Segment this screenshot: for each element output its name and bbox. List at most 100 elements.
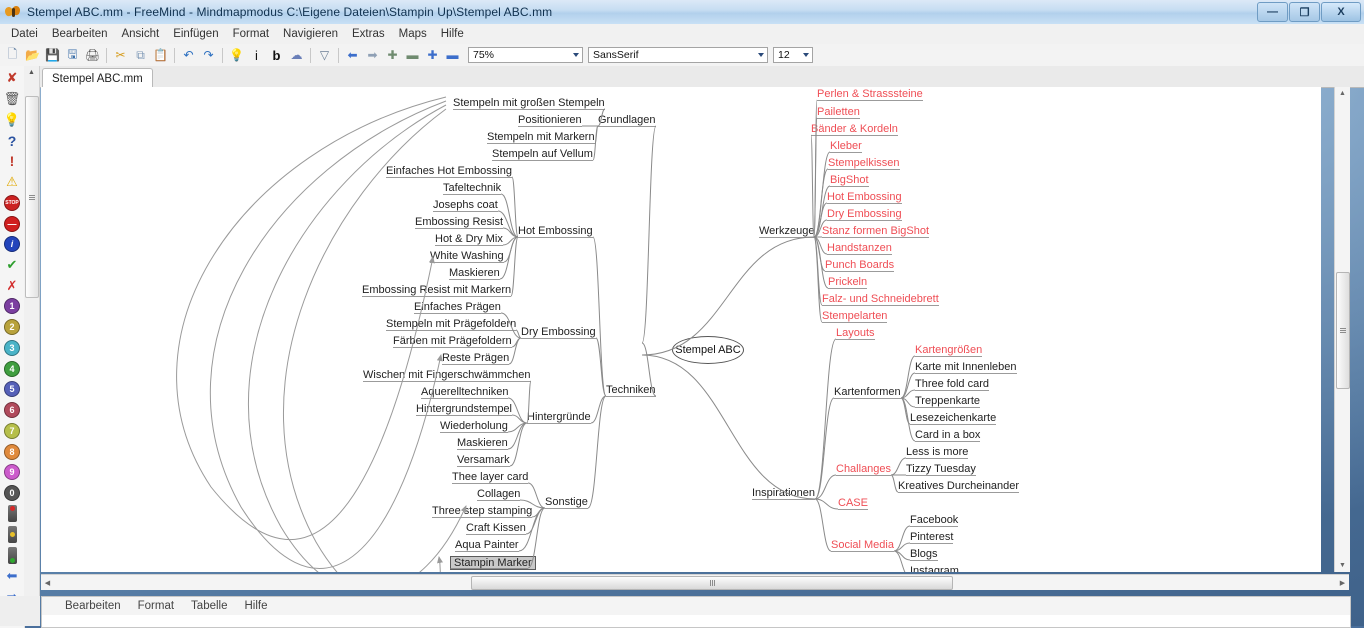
zoom-combo[interactable]: 75% <box>468 47 583 63</box>
number-5-icon[interactable]: 5 <box>3 379 21 400</box>
number-4-icon[interactable]: 4 <box>3 358 21 379</box>
scrollbar-thumb[interactable] <box>25 96 39 298</box>
trash-icon[interactable]: 🗑 <box>3 89 21 110</box>
italic-icon[interactable]: i <box>247 46 266 65</box>
forbidden-icon[interactable]: — <box>3 213 21 234</box>
menu-item-hilfe[interactable]: Hilfe <box>434 26 471 42</box>
add-node-icon[interactable]: ✚ <box>383 46 402 65</box>
remove-node-icon[interactable]: ▬ <box>403 46 422 65</box>
icon-rail-scrollbar[interactable]: ▲ <box>24 66 40 626</box>
scroll-up-icon[interactable]: ▲ <box>1335 87 1350 100</box>
toolbar-separator <box>106 48 107 63</box>
number-3-icon-glyph: 3 <box>4 340 20 356</box>
remove-child-icon[interactable]: ▬ <box>443 46 462 65</box>
cancel-icon[interactable]: ✘ <box>3 68 21 89</box>
menu-item-navigieren[interactable]: Navigieren <box>276 26 345 42</box>
menu-item-extras[interactable]: Extras <box>345 26 392 42</box>
print-icon[interactable]: 🖨 <box>83 46 102 65</box>
idea-bulb-icon[interactable]: 💡 <box>227 46 246 65</box>
redo-icon[interactable]: ↷ <box>199 46 218 65</box>
toolbar-separator <box>222 48 223 63</box>
cloud-icon[interactable]: ☁ <box>287 46 306 65</box>
number-8-icon[interactable]: 8 <box>3 441 21 462</box>
font-combo[interactable]: SansSerif <box>588 47 768 63</box>
number-6-icon[interactable]: 6 <box>3 400 21 421</box>
menu-item-einfügen[interactable]: Einfügen <box>166 26 225 42</box>
toolbar-separator <box>174 48 175 63</box>
traffic-light-red-icon-glyph <box>8 505 17 522</box>
vscroll-thumb[interactable] <box>1336 272 1350 389</box>
notes-menu-format[interactable]: Format <box>131 599 181 613</box>
number-7-icon-glyph: 7 <box>4 423 20 439</box>
notes-menu-bar: BearbeitenFormatTabelle Hilfe <box>42 597 1350 615</box>
scroll-left-icon[interactable]: ◀ <box>41 575 54 590</box>
back-arrow-icon[interactable]: ⬅ <box>3 566 21 587</box>
chevron-down-icon <box>573 53 579 57</box>
close-button[interactable]: X <box>1321 2 1361 22</box>
red-cross-icon[interactable]: ✗ <box>3 275 21 296</box>
rail-footer <box>0 596 40 626</box>
menu-item-ansicht[interactable]: Ansicht <box>114 26 166 42</box>
tab-label: Stempel ABC.mm <box>52 73 143 85</box>
font-size-combo[interactable]: 12 <box>773 47 813 63</box>
idea-bulb-icon[interactable]: 💡 <box>3 109 21 130</box>
scroll-down-icon[interactable]: ▼ <box>1335 559 1350 572</box>
canvas-horizontal-scrollbar[interactable]: ◀ ▶ <box>41 574 1349 590</box>
traffic-light-green-icon-glyph <box>8 547 17 564</box>
checkmark-icon[interactable]: ✔ <box>3 255 21 276</box>
question-icon[interactable]: ? <box>3 130 21 151</box>
scroll-right-icon[interactable]: ▶ <box>1336 575 1349 590</box>
forward-arrow-icon[interactable]: ➡ <box>363 46 382 65</box>
menu-item-maps[interactable]: Maps <box>392 26 434 42</box>
toolbar: 🗋📂💾🖫🖨✂⧉📋↶↷💡ib☁▽⬅➡✚▬✚▬ 75% SansSerif 12 <box>0 44 1364 67</box>
minimize-button[interactable]: — <box>1257 2 1288 22</box>
filter-icon[interactable]: ▽ <box>315 46 334 65</box>
canvas-vertical-scrollbar[interactable]: ▲ ▼ <box>1334 87 1350 572</box>
notes-menu-bearbeiten[interactable]: Bearbeiten <box>58 599 128 613</box>
exclamation-icon[interactable]: ! <box>3 151 21 172</box>
open-file-icon[interactable]: 📂 <box>23 46 42 65</box>
number-3-icon[interactable]: 3 <box>3 338 21 359</box>
stop-sign-icon[interactable]: STOP <box>3 192 21 213</box>
scroll-up-icon[interactable]: ▲ <box>24 66 39 79</box>
new-file-icon[interactable]: 🗋 <box>3 46 22 65</box>
restore-button[interactable]: ❐ <box>1289 2 1320 22</box>
undo-icon[interactable]: ↶ <box>179 46 198 65</box>
bold-icon[interactable]: b <box>267 46 286 65</box>
chevron-down-icon <box>758 53 764 57</box>
number-0-icon-glyph: 0 <box>4 485 20 501</box>
mindmap-canvas[interactable]: Stempel ABCStempeln mit großen StempelnP… <box>41 87 1321 572</box>
save-icon[interactable]: 💾 <box>43 46 62 65</box>
number-1-icon[interactable]: 1 <box>3 296 21 317</box>
tab-stempel-abc[interactable]: Stempel ABC.mm <box>42 68 153 88</box>
notes-menu-hilfe[interactable]: Hilfe <box>238 599 275 613</box>
paste-icon[interactable]: 📋 <box>151 46 170 65</box>
number-2-icon-glyph: 2 <box>4 319 20 335</box>
notes-menu-tabelle[interactable]: Tabelle <box>184 599 234 613</box>
traffic-light-green-icon[interactable] <box>3 545 21 566</box>
traffic-light-red-icon[interactable] <box>3 503 21 524</box>
menu-item-format[interactable]: Format <box>226 26 276 42</box>
menu-item-datei[interactable]: Datei <box>4 26 45 42</box>
mindmap-edges <box>41 87 1321 572</box>
info-icon[interactable]: i <box>3 234 21 255</box>
number-9-icon[interactable]: 9 <box>3 462 21 483</box>
save-as-icon[interactable]: 🖫 <box>63 46 82 65</box>
number-2-icon[interactable]: 2 <box>3 317 21 338</box>
window-controls: — ❐ X <box>1257 2 1364 22</box>
warning-icon[interactable]: ⚠ <box>3 172 21 193</box>
menu-item-bearbeiten[interactable]: Bearbeiten <box>45 26 115 42</box>
toolbar-separator <box>338 48 339 63</box>
hscroll-thumb[interactable] <box>471 576 953 590</box>
number-7-icon[interactable]: 7 <box>3 420 21 441</box>
back-arrow-icon[interactable]: ⬅ <box>343 46 362 65</box>
cut-icon[interactable]: ✂ <box>111 46 130 65</box>
info-icon-glyph: i <box>4 236 20 252</box>
tab-strip: Stempel ABC.mm <box>40 66 1364 88</box>
font-size-value: 12 <box>778 49 790 61</box>
copy-icon[interactable]: ⧉ <box>131 46 150 65</box>
traffic-light-yellow-icon[interactable] <box>3 524 21 545</box>
add-child-icon[interactable]: ✚ <box>423 46 442 65</box>
number-0-icon[interactable]: 0 <box>3 483 21 504</box>
chevron-down-icon <box>803 53 809 57</box>
